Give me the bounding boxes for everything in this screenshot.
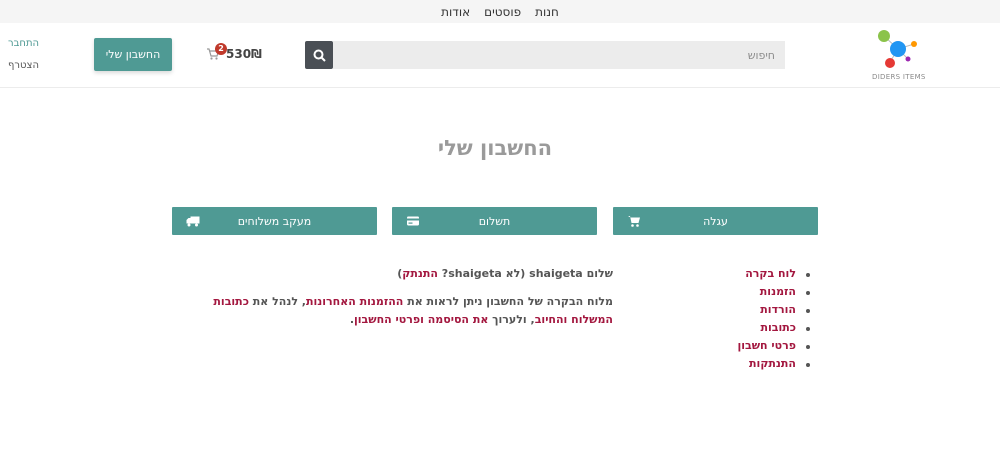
- cart-total: 530₪: [226, 47, 262, 61]
- cart-icon: [628, 216, 640, 227]
- intro-text-3: , ולערוך: [488, 313, 535, 326]
- tile-shipment-tracking-label: מעקב משלוחים: [237, 214, 312, 228]
- search-input[interactable]: [333, 41, 785, 69]
- search-button[interactable]: [305, 41, 333, 69]
- top-navigation: חנות פוסטים אודות: [0, 0, 1000, 23]
- credit-card-icon: [407, 216, 419, 226]
- search-bar: [305, 41, 785, 69]
- recent-orders-link[interactable]: ההזמנות האחרונות: [306, 295, 403, 308]
- greeting-username-alt: shaigeta: [448, 267, 502, 280]
- account-details-link[interactable]: את הסיסמה ופרטי החשבון: [354, 313, 488, 326]
- intro-text-1: מלוח הבקרה של החשבון ניתן לראות את: [403, 295, 613, 308]
- my-account-button[interactable]: החשבון שלי: [94, 38, 172, 71]
- account-navigation: לוח בקרה הזמנות הורדות כתובות פרטי חשבון…: [700, 265, 810, 373]
- account-nav-addresses[interactable]: כתובות: [700, 319, 810, 337]
- cart-widget[interactable]: 2 530₪: [206, 43, 262, 65]
- truck-icon: [186, 216, 200, 227]
- tile-payment-label: תשלום: [478, 214, 511, 228]
- login-link[interactable]: התחבר: [8, 38, 39, 49]
- tile-shipment-tracking[interactable]: מעקב משלוחים: [172, 207, 377, 235]
- header: DIDERS ITEMS 2 530₪ החשבון שלי התחבר הצט…: [0, 23, 1000, 88]
- tile-payment[interactable]: תשלום: [392, 207, 597, 235]
- account-nav-logout[interactable]: התנתקות: [700, 355, 810, 373]
- dashboard-intro: מלוח הבקרה של החשבון ניתן לראות את ההזמנ…: [180, 293, 613, 329]
- greeting-question: ?: [437, 267, 449, 280]
- nav-item-posts[interactable]: פוסטים: [484, 5, 521, 19]
- page-title: החשבון שלי: [437, 136, 553, 160]
- register-link[interactable]: הצטרף: [8, 60, 39, 71]
- logo-text: DIDERS ITEMS: [872, 73, 926, 81]
- greeting-prefix: שלום: [582, 267, 613, 280]
- account-nav-orders[interactable]: הזמנות: [700, 283, 810, 301]
- intro-text-2: , לנהל את: [248, 295, 306, 308]
- greeting: שלום shaigeta (לא shaigeta? התנתק): [180, 265, 613, 283]
- logout-link[interactable]: התנתק: [402, 267, 438, 280]
- account-nav-downloads[interactable]: הורדות: [700, 301, 810, 319]
- account-nav-dashboard[interactable]: לוח בקרה: [700, 265, 810, 283]
- search-icon: [313, 49, 326, 62]
- tile-cart-label: עגלה: [703, 214, 728, 228]
- greeting-username: shaigeta: [529, 267, 583, 280]
- greeting-mid: (לא: [501, 267, 530, 280]
- account-content: שלום shaigeta (לא shaigeta? התנתק) מלוח …: [180, 265, 613, 329]
- nav-item-about[interactable]: אודות: [441, 5, 470, 19]
- tile-cart[interactable]: עגלה: [613, 207, 818, 235]
- account-nav-account-details[interactable]: פרטי חשבון: [700, 337, 810, 355]
- nav-item-shop[interactable]: חנות: [535, 5, 559, 19]
